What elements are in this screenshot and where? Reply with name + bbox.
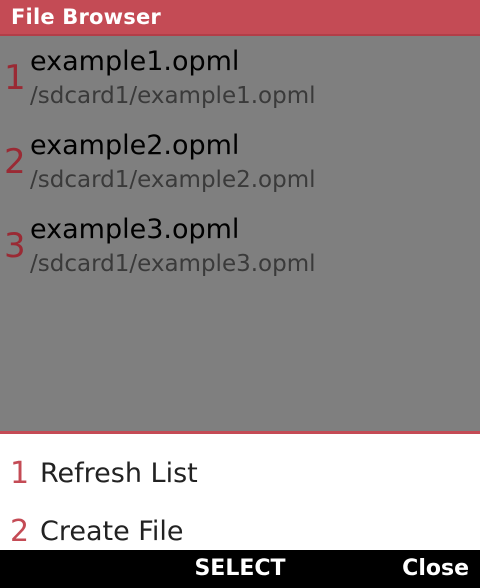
- file-item-example3[interactable]: 3 example3.opml /sdcard1/example3.opml: [0, 206, 480, 290]
- menu-item-refresh-list[interactable]: 1 Refresh List: [0, 444, 480, 500]
- file-item-number: 3: [4, 226, 26, 266]
- file-item-name: example3.opml: [30, 214, 240, 245]
- menu-item-label: Create File: [40, 516, 184, 547]
- file-item-number: 1: [4, 58, 26, 98]
- file-item-name: example2.opml: [30, 130, 240, 161]
- file-item-number: 2: [4, 142, 26, 182]
- menu-item-label: Refresh List: [40, 458, 198, 489]
- menu-item-number: 2: [10, 514, 30, 549]
- file-item-path: /sdcard1/example1.opml: [30, 83, 316, 109]
- options-menu: 1 Refresh List 2 Create File: [0, 431, 480, 550]
- file-list: 1 example1.opml /sdcard1/example1.opml 2…: [0, 38, 480, 432]
- menu-item-number: 1: [10, 456, 30, 491]
- file-item-path: /sdcard1/example3.opml: [30, 251, 316, 277]
- title-bar: File Browser: [0, 0, 480, 36]
- close-softkey[interactable]: Close: [402, 556, 469, 581]
- softkey-bar: SELECT Close: [0, 550, 480, 588]
- file-item-name: example1.opml: [30, 46, 240, 77]
- file-item-example1[interactable]: 1 example1.opml /sdcard1/example1.opml: [0, 38, 480, 122]
- file-item-path: /sdcard1/example2.opml: [30, 167, 316, 193]
- file-item-example2[interactable]: 2 example2.opml /sdcard1/example2.opml: [0, 122, 480, 206]
- page-title: File Browser: [11, 5, 161, 29]
